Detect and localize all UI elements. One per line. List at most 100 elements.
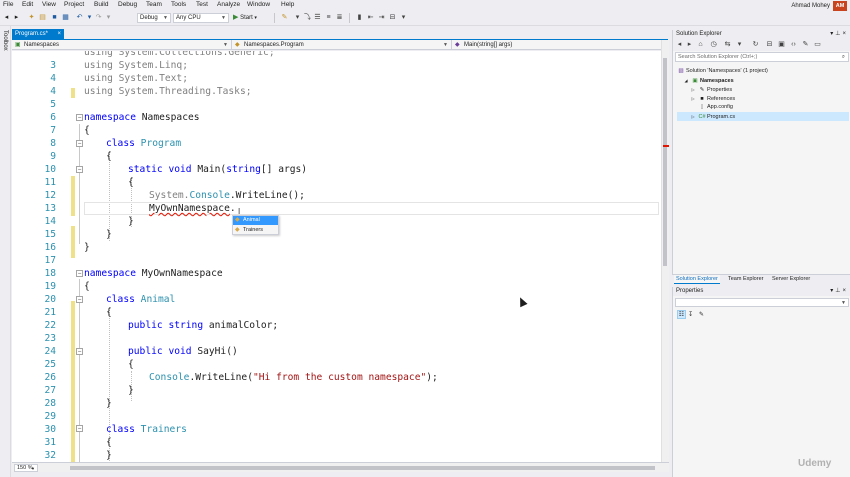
browser-link-icon[interactable]: ✎ [280, 13, 289, 23]
solution-configuration-dropdown[interactable]: Debug ▼ [137, 13, 171, 23]
project-dropdown[interactable]: ▣ Namespaces ▼ [12, 40, 232, 50]
completion-item-animal[interactable]: ◆ Animal [233, 216, 278, 225]
view-code-icon[interactable]: ‹› [789, 40, 798, 50]
property-pages-wrench-icon[interactable]: ✎ [699, 310, 704, 320]
completion-item-label: Trainers [243, 227, 263, 233]
comment-out-icon[interactable]: ≡ [324, 13, 333, 23]
menu-project[interactable]: Project [64, 1, 84, 8]
alphabetical-icon[interactable]: ↧ [688, 310, 693, 320]
menu-window[interactable]: Window [247, 1, 270, 8]
redo-dropdown-icon[interactable]: ▾ [104, 13, 113, 23]
close-icon[interactable]: × [57, 29, 61, 39]
save-icon[interactable]: ■ [50, 13, 59, 23]
save-all-icon[interactable]: ▦ [61, 13, 70, 23]
clear-bookmarks-icon[interactable]: ⊟ [388, 13, 397, 23]
chevron-down-icon: ▼ [223, 42, 228, 48]
panel-buttons: ▾⊥× [830, 30, 848, 39]
type-dropdown[interactable]: ◆ Namespaces.Program ▼ [232, 40, 452, 50]
next-bookmark-icon[interactable]: ⇥ [377, 13, 386, 23]
search-icon: ⌕ [841, 54, 845, 60]
start-debugging-button[interactable]: ▶ Start ▾ [233, 13, 257, 23]
tree-item-app-config[interactable]: ▯ App.config [698, 103, 733, 112]
sync-icon[interactable]: ⇆ [723, 40, 732, 50]
preview-icon[interactable]: ▭ [813, 40, 822, 50]
menu-test[interactable]: Test [196, 1, 208, 8]
intellisense-completion-list[interactable]: ◆ Animal ◆ Trainers [232, 215, 279, 235]
uncomment-icon[interactable]: ≣ [335, 13, 344, 23]
toolbar-overflow-icon[interactable]: ▾ [399, 13, 408, 23]
tree-item-properties[interactable]: ▷ ✎ Properties [689, 85, 732, 94]
signed-in-user-name[interactable]: Ahmad Mohey [791, 3, 830, 9]
open-file-icon[interactable]: ▤ [38, 13, 47, 23]
menu-tools[interactable]: Tools [171, 1, 186, 8]
properties-panel: Properties ▾⊥× ▼ ☷ ↧ ✎ [672, 287, 850, 477]
code-text: } [106, 450, 112, 461]
document-tab-program-cs[interactable]: Program.cs* × [12, 29, 64, 39]
menu-view[interactable]: View [42, 1, 56, 8]
undo-icon[interactable]: ↶ [75, 13, 84, 23]
menu-file[interactable]: File [3, 1, 13, 8]
menu-debug[interactable]: Debug [118, 1, 137, 8]
user-avatar[interactable]: AM [833, 1, 847, 11]
pending-changes-icon[interactable]: ◷ [709, 40, 718, 50]
tab-team-explorer[interactable]: Team Explorer [726, 275, 765, 284]
tree-item-references[interactable]: ▷ ■ References [689, 94, 735, 103]
close-icon[interactable]: × [842, 31, 848, 37]
tree-item-project[interactable]: ◢ ▣ Namespaces [682, 76, 733, 85]
code-text: public void SayHi() [128, 346, 238, 357]
menu-edit[interactable]: Edit [22, 1, 33, 8]
project-dropdown-value: Namespaces [24, 42, 60, 48]
horizontal-scroll-thumb[interactable] [70, 466, 655, 470]
menu-help[interactable]: Help [281, 1, 294, 8]
start-button-label: Start [240, 15, 253, 21]
step-icon[interactable]: ⤵ [303, 13, 312, 23]
forward-icon[interactable]: ▸ [685, 40, 694, 50]
code-text: { [84, 281, 90, 292]
properties-object-dropdown[interactable]: ▼ [675, 298, 849, 307]
menu-team[interactable]: Team [146, 1, 162, 8]
completion-item-trainers[interactable]: ◆ Trainers [233, 226, 278, 235]
code-line: 10 { [12, 150, 661, 175]
align-icon[interactable]: ☰ [313, 13, 322, 23]
code-text: Console.WriteLine("Hi from the custom na… [149, 372, 438, 383]
redo-icon[interactable]: ↷ [94, 13, 103, 23]
code-text[interactable]: MyOwnNamespace. [149, 202, 236, 215]
undo-dropdown-icon[interactable]: ▾ [85, 13, 94, 23]
tree-item-solution[interactable]: ▧ Solution 'Namespaces' (1 project) [677, 67, 768, 76]
tree-item-program-cs[interactable]: ▷ C#Program.cs [677, 112, 849, 121]
tree-item-label: App.config [707, 104, 733, 110]
collapse-all-icon[interactable]: ⊟ [765, 40, 774, 50]
tab-server-explorer[interactable]: Server Explorer [770, 275, 812, 284]
code-line: 24 [12, 332, 661, 357]
show-all-files-icon[interactable]: ▣ [777, 40, 786, 50]
prev-bookmark-icon[interactable]: ⇤ [366, 13, 375, 23]
categorized-icon[interactable]: ☷ [677, 310, 686, 319]
expanded-arrow-icon: ◢ [684, 78, 688, 83]
standard-toolbar: ◂ ▸ ✦ ▤ ■ ▦ ↶ ▾ ↷ ▾ Debug ▼ Any CPU ▼ ▶ St… [0, 11, 850, 26]
back-icon[interactable]: ◂ [2, 13, 11, 23]
forward-icon[interactable]: ▸ [12, 13, 21, 23]
code-line: 7 namespace Namespaces [12, 111, 661, 136]
solution-explorer-search-input[interactable]: Search Solution Explorer (Ctrl+;) ⌕ [675, 52, 849, 62]
solution-platform-dropdown[interactable]: Any CPU ▼ [173, 13, 229, 23]
menu-build[interactable]: Build [94, 1, 108, 8]
properties-wrench-icon[interactable]: ✎ [801, 40, 810, 50]
close-icon[interactable]: × [842, 288, 848, 294]
menu-analyze[interactable]: Analyze [217, 1, 240, 8]
dropdown-icon[interactable]: ▾ [735, 40, 744, 50]
code-line: 33 } [12, 449, 661, 462]
editor-scroll-thumb[interactable] [663, 58, 667, 266]
dropdown-icon[interactable]: ▾ [293, 13, 302, 23]
new-project-icon[interactable]: ✦ [27, 13, 36, 23]
code-editor[interactable]: − − − − − − − 3 using System.Collections… [12, 51, 661, 462]
bookmark-icon[interactable]: ▮ [355, 13, 364, 23]
refresh-icon[interactable]: ↻ [751, 40, 760, 50]
zoom-dropdown[interactable]: 150 % ▼ [14, 464, 38, 472]
tab-solution-explorer[interactable]: Solution Explorer [674, 275, 720, 284]
member-dropdown[interactable]: ◆ Main(string[] args) ▼ [452, 40, 668, 50]
solution-explorer-tab-strip: Solution Explorer Team Explorer Server E… [672, 274, 850, 284]
back-icon[interactable]: ◂ [675, 40, 684, 50]
toolbox-tab[interactable]: Toolbox [2, 30, 8, 51]
code-line: 16 } [12, 228, 661, 253]
home-icon[interactable]: ⌂ [696, 40, 705, 50]
